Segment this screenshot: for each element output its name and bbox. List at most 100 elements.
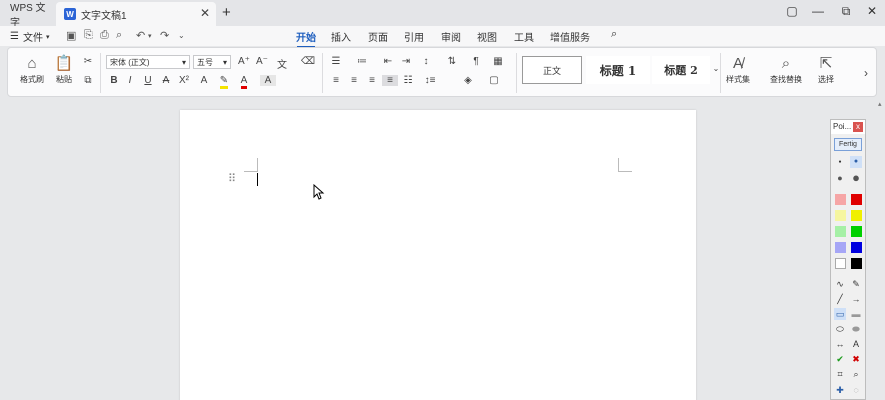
paste-button[interactable]: 📋 粘贴 bbox=[46, 54, 82, 85]
color-swatch[interactable] bbox=[851, 258, 862, 269]
close-window-icon[interactable]: ✕ bbox=[862, 4, 882, 18]
text-tool-icon[interactable]: A bbox=[850, 338, 862, 350]
tab-home[interactable]: 开始 bbox=[296, 29, 316, 48]
tab-insert[interactable]: 插入 bbox=[331, 29, 351, 44]
borders-icon[interactable]: ▢ bbox=[486, 75, 502, 86]
pen-icon[interactable]: ✎ bbox=[850, 278, 862, 290]
color-swatch[interactable] bbox=[851, 194, 862, 205]
cut-icon[interactable]: ✂ bbox=[80, 56, 96, 67]
line-icon[interactable]: ╱ bbox=[834, 293, 846, 305]
file-menu[interactable]: ☰ 文件 ▾ bbox=[10, 29, 49, 44]
color-swatch[interactable] bbox=[835, 210, 846, 221]
color-swatch[interactable] bbox=[851, 242, 862, 253]
italic-icon[interactable]: I bbox=[122, 75, 138, 86]
select-button[interactable]: ⇱ 选择 bbox=[810, 54, 842, 85]
palette-close-icon[interactable]: x bbox=[853, 122, 863, 132]
zoom-icon[interactable]: ⌕ bbox=[850, 368, 862, 380]
minimize-icon[interactable]: — bbox=[808, 4, 828, 18]
font-name-select[interactable]: 宋体 (正文) ▾ bbox=[106, 55, 190, 69]
show-marks-icon[interactable]: ¶ bbox=[468, 56, 484, 67]
bold-icon[interactable]: B bbox=[106, 75, 122, 86]
table-borders-icon[interactable]: ▦ bbox=[490, 56, 506, 67]
font-color-icon[interactable]: A bbox=[236, 75, 252, 89]
tab-wps-home[interactable]: WPS 文字 bbox=[2, 2, 54, 29]
style-heading-2[interactable]: 标题 2 bbox=[652, 56, 710, 84]
customize-toolbar-icon[interactable]: ⌄ bbox=[178, 31, 185, 40]
increase-font-size-icon[interactable]: A⁺ bbox=[236, 56, 252, 67]
tab-tools[interactable]: 工具 bbox=[514, 29, 534, 44]
clear-formatting-icon[interactable]: ⌫ bbox=[300, 56, 316, 67]
close-tab-icon[interactable]: ✕ bbox=[200, 6, 210, 20]
color-swatch[interactable] bbox=[835, 226, 846, 237]
xlarge-dot-icon[interactable]: ● bbox=[850, 171, 862, 184]
crop-icon[interactable]: ⌗ bbox=[834, 368, 846, 380]
sort-icon[interactable]: ⇅ bbox=[444, 56, 460, 67]
ellipse-icon[interactable]: ⬭ bbox=[834, 323, 846, 335]
tab-document[interactable]: W 文字文稿1 ✕ bbox=[56, 2, 216, 26]
tab-review[interactable]: 审阅 bbox=[441, 29, 461, 44]
character-shading-icon[interactable]: A bbox=[260, 75, 276, 86]
small-dot-icon[interactable]: ● bbox=[834, 156, 846, 168]
double-arrow-icon[interactable]: ↔ bbox=[834, 338, 846, 350]
undo-dropdown-icon[interactable]: ▾ bbox=[148, 32, 152, 40]
ribbon-scroll-right-icon[interactable]: › bbox=[858, 66, 874, 80]
color-swatch[interactable] bbox=[851, 226, 862, 237]
superscript-icon[interactable]: X² bbox=[176, 75, 192, 86]
filled-ellipse-icon[interactable]: ⬬ bbox=[850, 323, 862, 335]
medium-dot-icon[interactable]: ● bbox=[850, 156, 862, 168]
large-dot-icon[interactable]: ● bbox=[834, 172, 846, 184]
align-right-icon[interactable]: ≡ bbox=[364, 75, 380, 86]
freehand-icon[interactable]: ∿ bbox=[834, 278, 846, 290]
copy-icon[interactable]: ⧉ bbox=[80, 75, 96, 86]
increase-indent-icon[interactable]: ⇥ bbox=[398, 56, 414, 67]
cross-mark-icon[interactable]: ✖ bbox=[850, 353, 862, 365]
style-set-button[interactable]: A̸ 样式集 bbox=[716, 54, 760, 85]
distributed-align-icon[interactable]: ☷ bbox=[400, 75, 416, 86]
color-swatch[interactable] bbox=[835, 194, 846, 205]
search-icon[interactable]: ⌕ bbox=[611, 28, 617, 41]
vertical-scrollbar[interactable]: ▴ bbox=[878, 100, 885, 400]
decrease-indent-icon[interactable]: ⇤ bbox=[380, 56, 396, 67]
paragraph-drag-handle-icon[interactable]: ⠿ bbox=[228, 172, 236, 185]
scroll-up-icon[interactable]: ▴ bbox=[878, 100, 882, 108]
color-swatch[interactable] bbox=[851, 210, 862, 221]
document-page[interactable]: ⠿ bbox=[180, 110, 696, 400]
style-normal[interactable]: 正文 bbox=[522, 56, 582, 84]
tab-view[interactable]: 视图 bbox=[477, 29, 497, 44]
color-swatch[interactable] bbox=[835, 258, 846, 269]
print-icon[interactable]: ⎙ bbox=[100, 29, 109, 42]
format-painter-button[interactable]: ⌂ 格式刷 bbox=[14, 54, 50, 85]
text-effects-icon[interactable]: A bbox=[196, 75, 212, 86]
align-left-icon[interactable]: ≡ bbox=[328, 75, 344, 86]
arrow-line-icon[interactable]: → bbox=[850, 293, 862, 305]
align-center-icon[interactable]: ≡ bbox=[346, 75, 362, 86]
new-tab-icon[interactable]: + bbox=[222, 4, 231, 21]
settings-icon[interactable]: ◌ bbox=[850, 384, 862, 396]
font-size-select[interactable]: 五号 ▾ bbox=[193, 55, 231, 69]
underline-icon[interactable]: U bbox=[140, 75, 156, 86]
find-replace-button[interactable]: ⌕ 查找替换 bbox=[764, 54, 808, 85]
redo-icon[interactable]: ↷ bbox=[160, 29, 169, 42]
tab-page[interactable]: 页面 bbox=[368, 29, 388, 44]
print-preview-icon[interactable]: ⌕ bbox=[116, 29, 122, 42]
tab-value-services[interactable]: 增值服务 bbox=[550, 29, 590, 44]
filled-rectangle-icon[interactable]: ▬ bbox=[850, 308, 862, 320]
palette-done-button[interactable]: Fertig bbox=[834, 138, 862, 151]
text-direction-icon[interactable]: ↕ bbox=[418, 56, 434, 67]
add-icon[interactable]: ✚ bbox=[834, 384, 846, 396]
bullet-list-icon[interactable]: ☰ bbox=[328, 56, 344, 67]
strikethrough-icon[interactable]: A bbox=[158, 75, 174, 86]
restore-layout-icon[interactable]: ▢ bbox=[782, 4, 802, 18]
highlight-color-icon[interactable]: ✎ bbox=[216, 75, 232, 89]
rectangle-icon[interactable]: ▭ bbox=[834, 308, 846, 320]
phonetic-guide-icon[interactable]: 文 bbox=[274, 56, 290, 71]
shading-icon[interactable]: ◈ bbox=[460, 75, 476, 86]
check-mark-icon[interactable]: ✔ bbox=[834, 353, 846, 365]
decrease-font-size-icon[interactable]: A⁻ bbox=[254, 56, 270, 67]
line-spacing-icon[interactable]: ↕≡ bbox=[422, 75, 438, 86]
style-heading-1[interactable]: 标题 1 bbox=[586, 56, 650, 84]
numbered-list-icon[interactable]: ≔ bbox=[354, 56, 370, 67]
justify-icon[interactable]: ≡ bbox=[382, 75, 398, 86]
maximize-icon[interactable]: ⧉ bbox=[836, 4, 856, 19]
export-pdf-icon[interactable]: ⎘ bbox=[84, 29, 93, 42]
